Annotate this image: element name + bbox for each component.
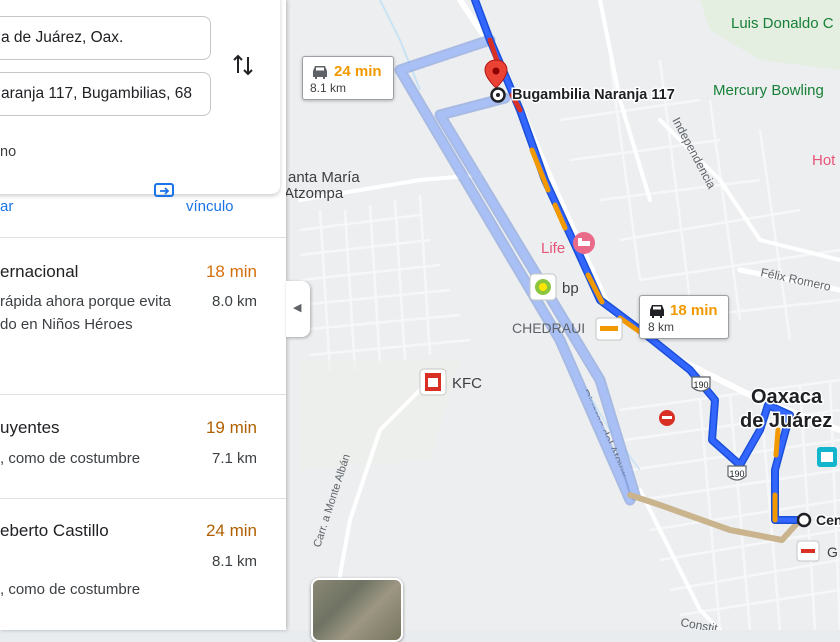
route-time: 19 min [205, 418, 257, 437]
origin-marker-icon [796, 512, 812, 528]
route-name: ernacional [0, 262, 79, 281]
kfc-logo-icon [419, 368, 447, 396]
leave-now-selector[interactable]: no [0, 144, 16, 160]
no-entry-icon [659, 410, 675, 426]
route-distance: 7.1 km [211, 450, 257, 467]
place-life: Life [541, 240, 565, 257]
send-to-phone-icon[interactable] [153, 182, 175, 200]
route-option-1[interactable]: ernacional 18 min 8.0 km rápida ahora po… [0, 238, 286, 394]
route-description-1: , como de costumbre [0, 450, 141, 467]
callout-distance: 8.1 km [310, 81, 347, 95]
origin-field[interactable]: a de Juárez, Oax. [0, 16, 211, 60]
directions-search-card: a de Juárez, Oax. aranja 117, Bugambilia… [0, 0, 280, 194]
callout-time: 24 min [334, 63, 382, 80]
place-hotel: Hot [812, 152, 836, 169]
collapse-panel-button[interactable]: ◀ [286, 281, 310, 337]
print-action-label: ar [0, 198, 14, 215]
place-santa-maria-2: Atzompa [284, 185, 344, 202]
bp-logo-icon [529, 273, 557, 301]
origin-field-value: a de Juárez, Oax. [1, 29, 124, 46]
callout-time: 18 min [670, 302, 718, 319]
car-icon [310, 64, 330, 79]
share-link-label: vínculo [186, 198, 234, 215]
destination-field-value: aranja 117, Bugambilias, 68 [1, 85, 193, 102]
destination-marker-icon [490, 87, 506, 103]
callout-distance: 8 km [648, 320, 675, 334]
leave-now-label: no [0, 144, 17, 160]
route-option-2[interactable]: uyentes 19 min 7.1 km , como de costumbr… [0, 395, 286, 498]
place-bp: bp [562, 280, 579, 297]
place-mercury-bowling: Mercury Bowling [713, 82, 824, 99]
chedraui-logo-icon [595, 317, 623, 341]
route-time: 18 min [205, 262, 257, 281]
svg-text:190: 190 [693, 380, 708, 390]
hospital-icon [573, 232, 595, 254]
share-link-action[interactable]: vínculo [186, 198, 234, 215]
route-option-3[interactable]: eberto Castillo 24 min 8.1 km , como de … [0, 499, 286, 630]
destination-label: Bugambilia Naranja 117 [512, 87, 675, 103]
swap-vertical-icon[interactable] [231, 53, 255, 79]
layers-satellite-button[interactable] [311, 578, 403, 642]
directions-panel: a de Juárez, Oax. aranja 117, Bugambilia… [0, 0, 286, 630]
museum-icon [817, 447, 837, 467]
route-distance: 8.1 km [211, 553, 257, 570]
place-chedraui: CHEDRAUI [512, 320, 585, 336]
route-description-1: , como de costumbre [0, 581, 141, 598]
place-luis-donaldo: Luis Donaldo C [731, 15, 834, 32]
route-callout-18min[interactable]: 18 min 8 km [639, 295, 729, 339]
svg-text:190: 190 [729, 469, 744, 479]
print-action[interactable]: ar [0, 198, 13, 215]
car-icon [647, 303, 667, 318]
store-icon [796, 540, 820, 562]
chevron-left-icon: ◀ [293, 302, 302, 314]
place-santa-maria-1: anta María [288, 169, 360, 186]
route-name: eberto Castillo [0, 521, 109, 540]
city-oaxaca-2: de Juárez [740, 410, 832, 432]
destination-field[interactable]: aranja 117, Bugambilias, 68 [0, 72, 211, 116]
route-time: 24 min [205, 521, 257, 540]
city-oaxaca-1: Oaxaca [751, 386, 823, 408]
origin-label: Cen [816, 512, 840, 528]
route-name: uyentes [0, 418, 60, 437]
route-description-1: rápida ahora porque evita [0, 293, 171, 310]
route-description-2: do en Niños Héroes [0, 316, 133, 333]
highway-shield-190a: 190 [691, 376, 711, 392]
route-callout-24min[interactable]: 24 min 8.1 km [302, 56, 394, 100]
route-distance: 8.0 km [211, 293, 257, 310]
place-g: G [827, 544, 838, 560]
highway-shield-190b: 190 [727, 465, 747, 481]
place-kfc: KFC [452, 375, 482, 392]
